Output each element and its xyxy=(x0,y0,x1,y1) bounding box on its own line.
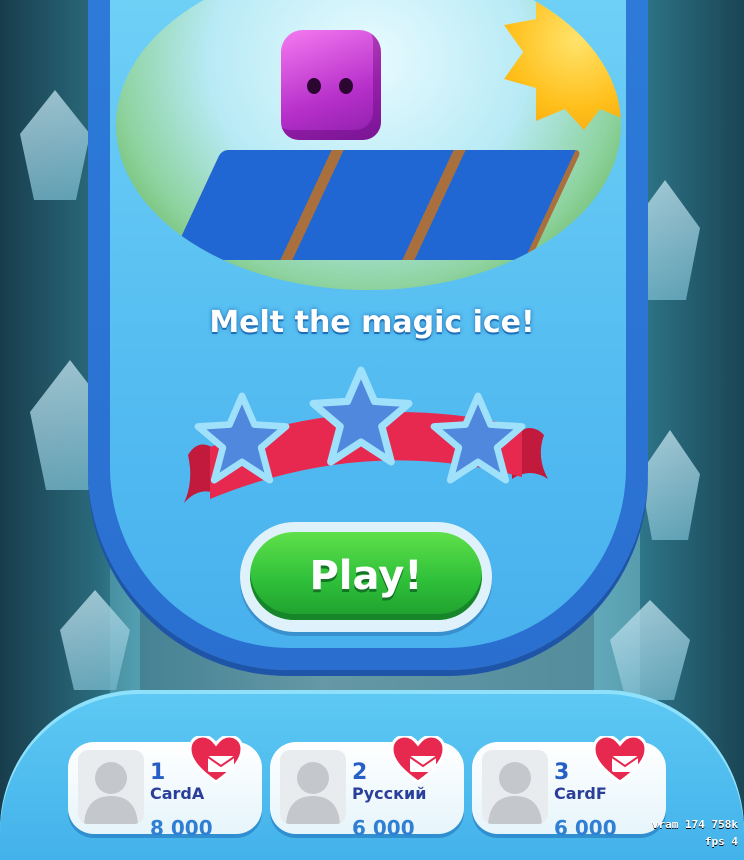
star-empty-icon xyxy=(309,366,413,466)
star-empty-icon xyxy=(194,392,290,484)
leaderboard-entry[interactable]: 2 Русский 6 000 xyxy=(270,736,464,840)
sun-character xyxy=(504,0,621,130)
debug-vram-readout: vram 174 758k xyxy=(651,818,738,831)
play-button[interactable]: Play! xyxy=(240,522,492,632)
entry-name: Русский xyxy=(352,784,427,803)
entry-rank: 3 xyxy=(554,760,570,785)
avatar xyxy=(78,750,144,824)
level-goal-title: Melt the magic ice! xyxy=(209,305,535,340)
entry-score: 8 000 xyxy=(150,816,213,840)
debug-fps-readout: fps 4 xyxy=(704,835,738,848)
purple-crystal-character xyxy=(281,30,381,140)
entry-name: CardA xyxy=(150,784,205,803)
send-life-heart-icon[interactable] xyxy=(594,736,646,784)
star-empty-icon xyxy=(430,392,526,484)
entry-score: 6 000 xyxy=(554,816,617,840)
level-illustration xyxy=(116,0,621,290)
default-avatar-icon xyxy=(488,762,542,824)
play-button-label: Play! xyxy=(309,553,423,599)
entry-name: CardF xyxy=(554,784,607,803)
avatar xyxy=(280,750,346,824)
default-avatar-icon xyxy=(286,762,340,824)
entry-rank: 1 xyxy=(150,760,166,785)
avatar xyxy=(482,750,548,824)
leaderboard-entry[interactable]: 3 CardF 6 000 xyxy=(472,736,666,840)
leaderboard-entry[interactable]: 1 CardA 8 000 xyxy=(68,736,262,840)
play-button-face: Play! xyxy=(250,532,482,620)
entry-rank: 2 xyxy=(352,760,368,785)
send-life-heart-icon[interactable] xyxy=(392,736,444,784)
frozen-field xyxy=(170,150,582,260)
send-life-heart-icon[interactable] xyxy=(190,736,242,784)
default-avatar-icon xyxy=(84,762,138,824)
entry-score: 6 000 xyxy=(352,816,415,840)
